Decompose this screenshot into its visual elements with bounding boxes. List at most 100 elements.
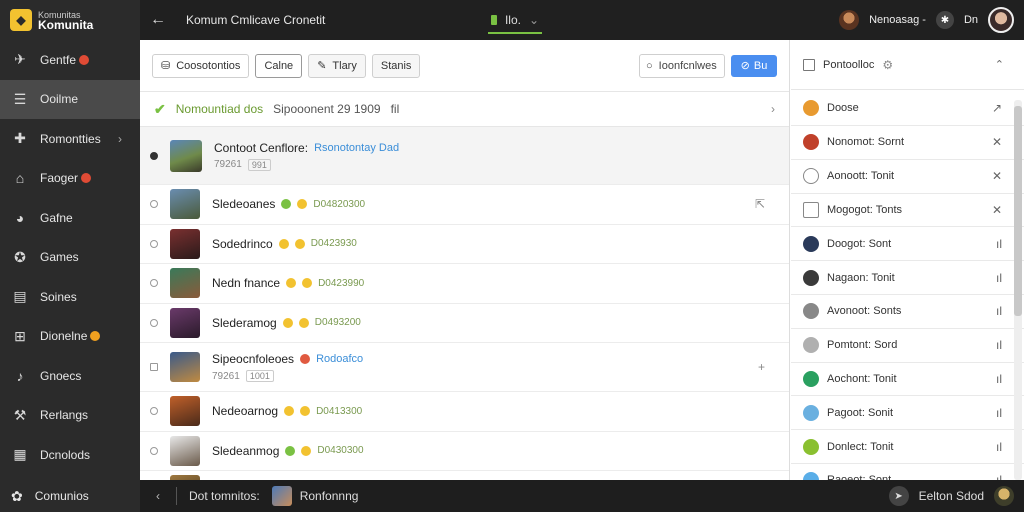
bottom-right-text[interactable]: Eelton Sdod [919,489,984,503]
close-icon[interactable]: ✕ [992,169,1002,183]
scrollbar-thumb[interactable] [1014,106,1022,316]
profile-avatar[interactable] [988,7,1014,33]
featured-link[interactable]: Rsonotontay Dad [314,142,399,154]
contact-label: Nagaon: Tonit [827,271,895,284]
status-underline [488,32,542,34]
back-arrow-icon[interactable]: ← [140,11,176,29]
signal-icon[interactable]: ıl [996,237,1002,251]
contact-item[interactable]: Doogot: Sont ıl [791,227,1024,262]
signal-icon[interactable]: ıl [996,440,1002,454]
chevron-up-icon[interactable]: ⌃ [995,58,1004,71]
notifications-icon[interactable]: ✱ [935,11,954,29]
send-icon[interactable]: ➤ [888,486,909,506]
contact-icon [803,269,819,286]
contact-item[interactable]: Donlect: Tonit ıl [791,430,1024,464]
gear-icon[interactable]: ⚙ [882,58,893,72]
expand-icon[interactable]: ⇱ [755,197,765,211]
sidebar-item-8[interactable]: ♪ Gnoecs [0,356,140,396]
contact-label: Doose [827,101,859,114]
bottom-center-text[interactable]: Ronfonnng [300,489,359,503]
item-name: Sipeocnfoleoes [212,352,295,366]
emoji-icon [302,278,313,289]
close-icon[interactable]: ✕ [992,203,1002,217]
bottom-avatar[interactable] [994,486,1014,506]
connections-button[interactable]: ⛁ Coosotontios [152,53,250,78]
sidebar-item-1[interactable]: ☰ Ooilme [0,79,140,119]
game-thumbnail[interactable] [271,486,292,506]
row-radio[interactable] [150,446,158,455]
list-item[interactable]: Sodedrinco D0423930 [140,225,789,264]
right-panel-header: Pontoolloc ⚙ ⌃ [791,40,1024,90]
list-item[interactable]: Sledeanmog D0430300 [140,432,789,471]
list-item[interactable]: Slederamog D0493200 [140,304,789,343]
contact-item[interactable]: Pagoot: Sonit ıl [791,396,1024,431]
signal-icon[interactable]: ıl [996,338,1002,352]
contact-item[interactable]: Aochont: Tonit ıl [791,363,1024,397]
community-header-row[interactable]: ✔ Nomountiad dos Sipooonent 29 1909 fil … [140,92,789,127]
row-radio[interactable] [150,407,158,416]
sidebar-item-2[interactable]: ✚ Romontties › [0,119,140,159]
app-logo[interactable]: ◆ Komunitas Komunita [0,0,140,40]
filter-icon: ⊘ [740,60,750,72]
add-icon[interactable]: + [758,360,765,374]
contact-item[interactable]: Doose ↗ [791,90,1024,126]
row-radio[interactable] [150,239,158,248]
list-item[interactable]: Nedeoarnog D0413300 [140,392,789,432]
sidebar-item-7[interactable]: ⊞ Dionelne [0,317,140,357]
search-input[interactable]: ○ Ioonfcnlwes [639,53,725,78]
close-icon[interactable]: ✕ [992,135,1002,149]
sidebar-item-4[interactable]: ◕ Gafne [0,198,140,238]
sidebar-item-6[interactable]: ▤ Soines [0,277,140,317]
row-radio[interactable] [150,200,158,209]
signal-icon[interactable]: ıl [996,304,1002,318]
list-item[interactable]: Sledeoanes D04820300 ⇱ [140,185,789,225]
sidebar-item-3[interactable]: ⌂ Faoger [0,159,140,199]
contact-item[interactable]: Nonomot: Sornt ✕ [791,126,1024,160]
row-radio[interactable] [150,151,158,160]
chevron-right-icon[interactable]: › [771,102,775,116]
sidebar-item-9[interactable]: ⚒ Rerlangs [0,396,140,436]
signal-icon[interactable]: ıl [996,406,1002,420]
user-avatar[interactable] [839,10,860,30]
top-right-label[interactable]: Dn [964,14,978,26]
sidebar: ◆ Komunitas Komunita ✈ Gentfe ☰ Ooilme ✚ Romo… [0,0,140,512]
featured-row[interactable]: Contoot Cenflore: Rsonotontay Dad 79261 … [140,127,789,185]
tray-button[interactable]: ✎ Tlary [308,53,366,78]
news-icon: ▤ [13,288,27,305]
main-panel: ⛁ Coosotontios Calne ✎ Tlary Stanis ○ Io… [140,40,790,511]
sidebar-item-community[interactable]: ✿ Comunios [0,480,140,512]
community-label: Nomountiad dos [175,102,264,116]
contact-item[interactable]: Nagaon: Tonit ıl [791,261,1024,295]
arrow-icon[interactable]: ↗ [992,101,1002,115]
back-icon[interactable]: ‹ [140,489,176,503]
sidebar-item-5[interactable]: ✪ Games [0,238,140,278]
list-item[interactable]: Sipeocnfoleoes Rodoafco 79261 1001 + [140,343,789,392]
select-all-checkbox[interactable] [803,58,815,71]
contact-item[interactable]: Aonoott: Tonit ✕ [791,160,1024,194]
status-indicator[interactable]: Ilo. ⌄ [488,0,542,40]
status-button[interactable]: Stanis [371,53,421,78]
contact-item[interactable]: Mogogot: Tonts ✕ [791,194,1024,228]
row-radio[interactable] [150,318,158,327]
game-thumbnail [170,189,200,220]
item-name: Sledeoanes [212,197,276,212]
filter-button[interactable]: ⊘ Bu [731,54,777,77]
row-radio[interactable] [150,279,158,288]
emoji-icon [297,199,308,210]
item-name: Sledeanmog [212,443,280,458]
contact-icon [803,337,819,354]
row-radio[interactable] [150,363,158,371]
list-item[interactable]: Nedn fnance D0423990 [140,264,789,304]
contact-item[interactable]: Pomtont: Sord ıl [791,329,1024,363]
sidebar-item-0[interactable]: ✈ Gentfe [0,40,140,80]
online-tab[interactable]: Calne [255,53,303,78]
emoji-icon [278,238,289,249]
signal-icon[interactable]: ıl [996,271,1002,285]
signal-icon[interactable]: ıl [996,372,1002,386]
sidebar-item-10[interactable]: ▦ Dcnolods [0,435,140,475]
contact-item[interactable]: Avonoot: Sonts ıl [791,295,1024,329]
scrollbar[interactable] [1014,100,1022,480]
sidebar-item-label: Gnoecs [40,368,82,383]
contact-label: Aochont: Tonit [827,372,897,385]
user-name[interactable]: Nenoasag - [869,14,926,26]
